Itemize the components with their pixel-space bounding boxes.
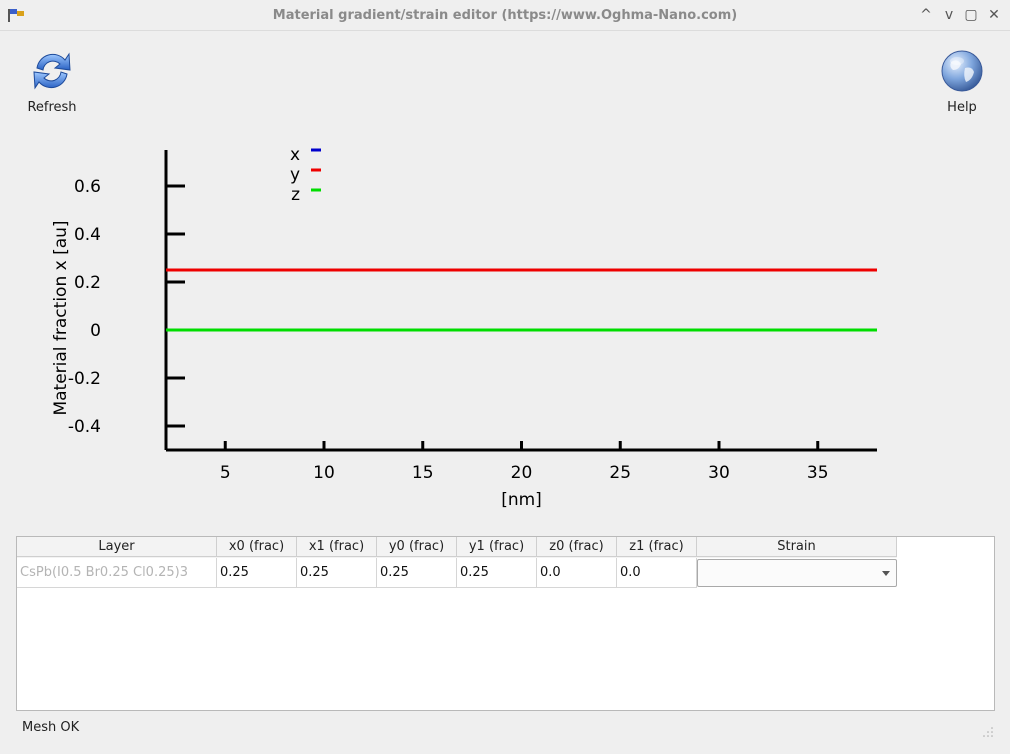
y-tick-label: -0.2 xyxy=(68,369,101,389)
globe-help-icon xyxy=(941,50,983,92)
column-header[interactable]: y1 (frac) xyxy=(457,537,537,557)
y-tick-label: 0.2 xyxy=(74,273,101,293)
table-header: Layer x0 (frac) x1 (frac) y0 (frac) y1 (frac… xyxy=(17,537,897,558)
column-header[interactable]: Layer xyxy=(17,537,217,557)
x-tick-label: 15 xyxy=(412,463,434,483)
x-tick-label: 35 xyxy=(807,463,829,483)
status-text: Mesh OK xyxy=(22,720,80,735)
y-tick-label: 0.4 xyxy=(74,225,101,245)
legend-label-z: z xyxy=(291,185,300,205)
cell-y1[interactable]: 0.25 xyxy=(457,558,537,588)
x-tick-label: 25 xyxy=(609,463,631,483)
layer-table[interactable]: Layer x0 (frac) x1 (frac) y0 (frac) y1 (frac… xyxy=(16,536,995,711)
chevron-down-icon xyxy=(882,571,890,576)
minimize-window-button[interactable]: v xyxy=(940,6,958,24)
refresh-button[interactable]: Refresh xyxy=(16,44,88,118)
y-tick-label: 0 xyxy=(90,321,101,341)
editor-window: Material gradient/strain editor (https:/… xyxy=(0,0,1010,754)
cell-x0[interactable]: 0.25 xyxy=(217,558,297,588)
strain-dropdown[interactable] xyxy=(697,559,897,587)
material-fraction-plot: 0.6 0.4 0.2 0 -0.2 -0.4 5 10 15 20 25 30 35 [nm] Mater… xyxy=(51,145,877,510)
x-tick-label: 10 xyxy=(313,463,335,483)
y-axis-label: Material fraction x [au] xyxy=(51,220,71,415)
x-tick-label: 5 xyxy=(220,463,231,483)
refresh-label: Refresh xyxy=(27,100,77,115)
legend-label-x: x xyxy=(290,145,300,165)
cell-y0[interactable]: 0.25 xyxy=(377,558,457,588)
column-header[interactable]: x1 (frac) xyxy=(297,537,377,557)
column-header[interactable]: z1 (frac) xyxy=(617,537,697,557)
cell-x1[interactable]: 0.25 xyxy=(297,558,377,588)
collapse-window-button[interactable]: ^ xyxy=(917,6,935,24)
x-axis-label: [nm] xyxy=(501,490,542,510)
column-header[interactable]: Strain xyxy=(697,537,897,557)
title-bar: Material gradient/strain editor (https:/… xyxy=(0,0,1010,31)
x-tick-label: 20 xyxy=(511,463,533,483)
help-label: Help xyxy=(947,100,977,115)
help-button[interactable]: Help xyxy=(926,44,998,118)
cell-z0[interactable]: 0.0 xyxy=(537,558,617,588)
x-tick-label: 30 xyxy=(708,463,730,483)
column-header[interactable]: z0 (frac) xyxy=(537,537,617,557)
maximize-window-button[interactable]: ▢ xyxy=(962,6,980,24)
cell-strain xyxy=(697,558,897,588)
y-tick-label: -0.4 xyxy=(68,417,101,437)
cell-layer[interactable]: CsPb(I0.5 Br0.25 Cl0.25)3 xyxy=(17,558,217,588)
refresh-icon xyxy=(33,52,71,90)
close-window-button[interactable]: ✕ xyxy=(985,6,1003,24)
table-row[interactable]: CsPb(I0.5 Br0.25 Cl0.25)3 0.25 0.25 0.25 0.2… xyxy=(17,558,897,588)
window-title: Material gradient/strain editor (https:/… xyxy=(272,8,738,23)
resize-grip-icon[interactable] xyxy=(982,726,994,738)
column-header[interactable]: y0 (frac) xyxy=(377,537,457,557)
y-tick-label: 0.6 xyxy=(74,177,101,197)
legend-label-y: y xyxy=(290,165,300,185)
cell-z1[interactable]: 0.0 xyxy=(617,558,697,588)
column-header[interactable]: x0 (frac) xyxy=(217,537,297,557)
